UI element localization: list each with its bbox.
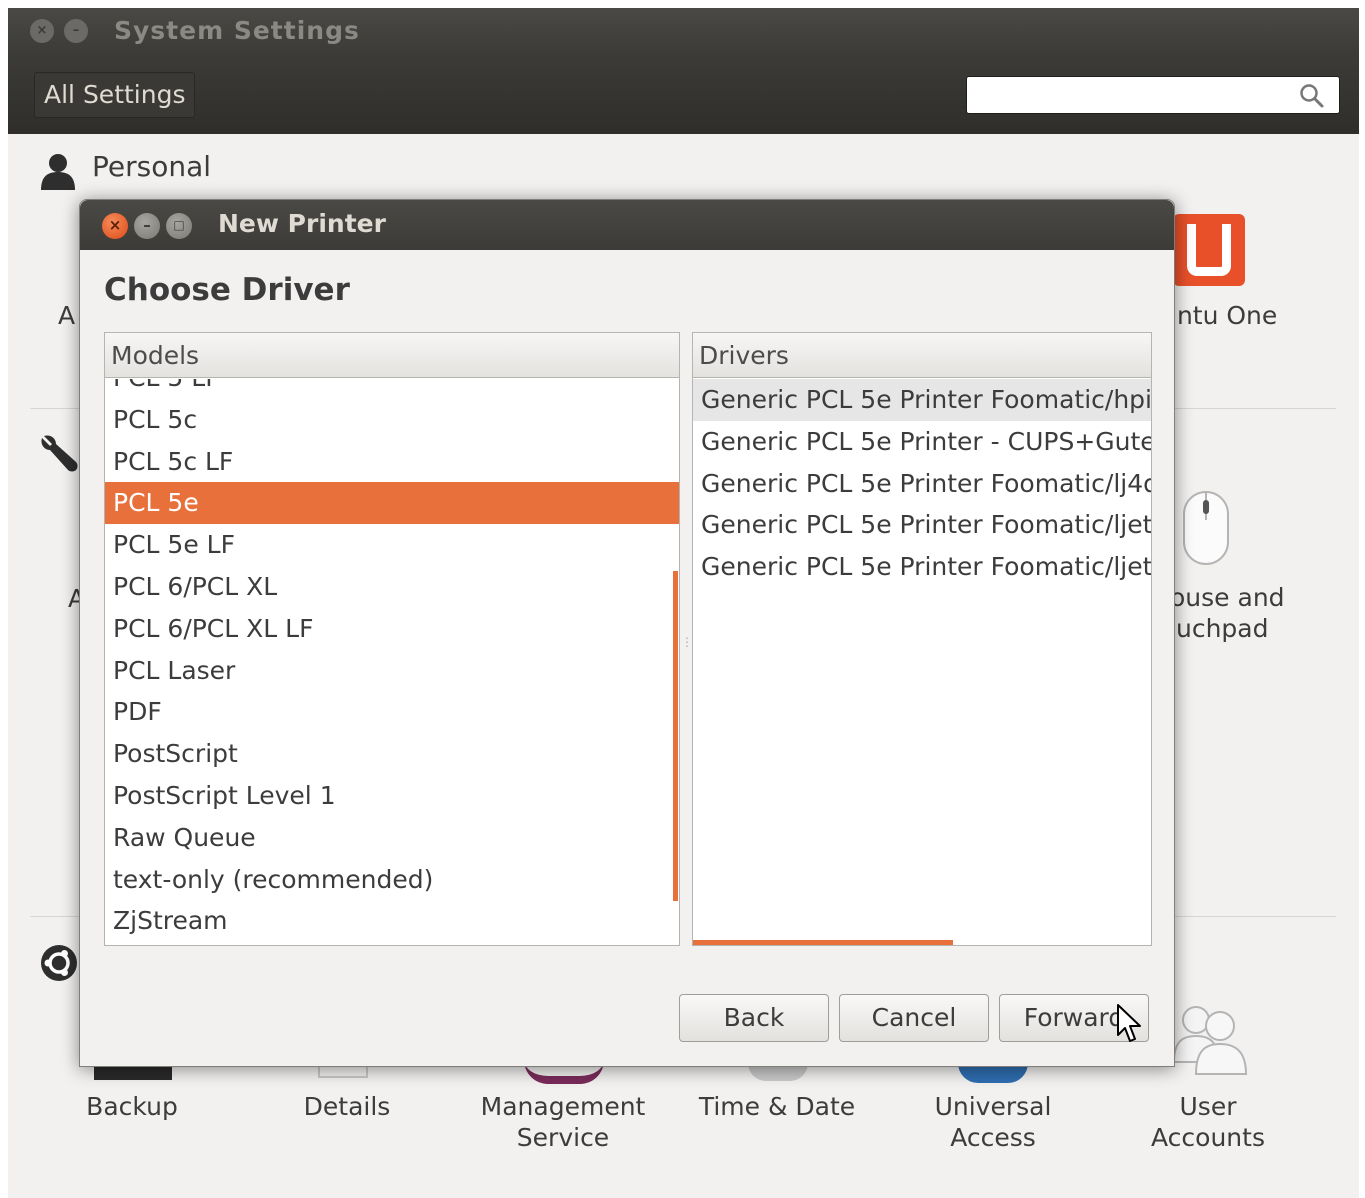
model-list-item[interactable]: PCL 5e <box>105 482 679 525</box>
drivers-column-header[interactable]: Drivers <box>693 333 1151 378</box>
cancel-button[interactable]: Cancel <box>839 994 989 1042</box>
model-list-item[interactable]: PostScript Level 1 <box>105 775 679 817</box>
maximize-icon[interactable]: □ <box>166 213 192 239</box>
ubuntu-one-label: ıntu One <box>1170 301 1278 330</box>
users-icon[interactable] <box>1168 998 1252 1078</box>
section-personal-label: Personal <box>92 150 212 183</box>
mouse-label-line1: ouse and <box>1170 583 1285 612</box>
back-button[interactable]: Back <box>679 994 829 1042</box>
model-list-item[interactable]: PCL 5 LF <box>105 379 679 399</box>
management-service-label[interactable]: Management Service <box>473 1091 653 1153</box>
model-list-item[interactable]: PDF <box>105 691 679 733</box>
mouse-label-line2: uchpad <box>1176 614 1269 643</box>
main-close-icon[interactable]: × <box>30 19 54 43</box>
models-scrollbar[interactable] <box>673 571 678 901</box>
details-label[interactable]: Details <box>287 1091 407 1122</box>
pane-resize-handle[interactable]: ⋮ <box>681 635 693 655</box>
models-list[interactable]: Models PCL 5 LFPCL 5cPCL 5c LFPCL 5ePCL … <box>104 332 680 946</box>
ubuntu-one-icon[interactable] <box>1173 214 1245 286</box>
search-input[interactable] <box>966 76 1340 114</box>
driver-list-item[interactable]: Generic PCL 5e Printer - CUPS+Gutenprint <box>693 421 1151 463</box>
model-list-item[interactable]: PCL 5c <box>105 399 679 441</box>
new-printer-dialog: × – □ New Printer Choose Driver Models P… <box>79 199 1175 1067</box>
model-list-item[interactable]: PCL 6/PCL XL LF <box>105 608 679 650</box>
driver-list-item[interactable]: Generic PCL 5e Printer Foomatic/hpijs <box>693 379 1151 421</box>
close-icon[interactable]: × <box>102 213 128 239</box>
partial-label-left-top: A <box>58 301 76 330</box>
model-list-item[interactable]: ZjStream <box>105 900 679 942</box>
search-icon <box>1300 84 1324 108</box>
backup-label[interactable]: Backup <box>72 1091 192 1122</box>
drivers-list-area[interactable]: Generic PCL 5e Printer Foomatic/hpijs Gen… <box>693 379 1151 945</box>
model-list-item[interactable]: PCL Laser <box>105 650 679 692</box>
page-title: Choose Driver <box>104 272 350 308</box>
models-column-header[interactable]: Models <box>105 333 679 378</box>
main-minimize-icon[interactable]: – <box>64 19 88 43</box>
mouse-pointer-icon <box>1117 1004 1141 1042</box>
window-title: System Settings <box>114 16 360 45</box>
model-list-item[interactable]: PCL 5e LF <box>105 524 679 566</box>
universal-access-label[interactable]: Universal Access <box>918 1091 1068 1153</box>
model-list-item[interactable]: Raw Queue <box>105 817 679 859</box>
ubuntu-logo-icon <box>41 945 77 981</box>
model-list-item[interactable]: PCL 5c LF <box>105 441 679 483</box>
person-icon <box>41 154 75 190</box>
dialog-title: New Printer <box>218 209 386 238</box>
main-titlebar: × – System Settings <box>8 8 1359 54</box>
mouse-icon[interactable] <box>1180 488 1232 568</box>
driver-list-item[interactable]: Generic PCL 5e Printer Foomatic/lj4dith <box>693 463 1151 505</box>
drivers-list[interactable]: Drivers Generic PCL 5e Printer Foomatic/… <box>692 332 1152 946</box>
user-accounts-label[interactable]: User Accounts <box>1133 1091 1283 1153</box>
main-toolbar: All Settings <box>8 54 1359 134</box>
all-settings-button[interactable]: All Settings <box>34 72 196 118</box>
driver-list-item[interactable]: Generic PCL 5e Printer Foomatic/ljet4 <box>693 504 1151 546</box>
models-list-area[interactable]: PCL 5 LFPCL 5cPCL 5c LFPCL 5ePCL 5e LFPC… <box>105 379 679 945</box>
drivers-horizontal-scrollbar[interactable] <box>693 940 953 945</box>
driver-list-item[interactable]: Generic PCL 5e Printer Foomatic/ljet4d <box>693 546 1151 588</box>
minimize-icon[interactable]: – <box>134 213 160 239</box>
model-list-item[interactable]: text-only (recommended) <box>105 859 679 901</box>
time-date-label[interactable]: Time & Date <box>692 1091 862 1122</box>
model-list-item[interactable]: PCL 6/PCL XL <box>105 566 679 608</box>
dialog-titlebar: × – □ New Printer <box>80 200 1174 250</box>
wrench-icon <box>41 435 78 472</box>
model-list-item[interactable]: PostScript <box>105 733 679 775</box>
